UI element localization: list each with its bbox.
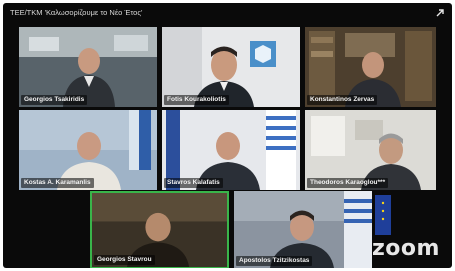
video-tile-4[interactable]: Kostas A. Karamanlis (19, 110, 157, 190)
participant-name: Kostas A. Karamanlis (21, 178, 94, 188)
participant-name: Georgios Tsakiridis (21, 95, 88, 105)
video-tile-6[interactable]: Theodoros Karaoglou*** (305, 110, 436, 190)
video-tile-2[interactable]: Fotis Kourakoliotis (162, 27, 300, 107)
video-tile-8[interactable]: Apostolos Tzitzikostas (234, 191, 372, 268)
eu-flag (375, 195, 391, 235)
participant-name: Apostolos Tzitzikostas (236, 256, 313, 266)
video-tile-1[interactable]: Georgios Tsakiridis (19, 27, 157, 107)
window-title: ΤΕΕ/ΤΚΜ 'Καλωσορίζουμε το Νέο Έτος' (10, 8, 143, 17)
zoom-window: ΤΕΕ/ΤΚΜ 'Καλωσορίζουμε το Νέο Έτος' Geor… (3, 3, 452, 268)
participant-name: Stavros Kalafatis (164, 178, 223, 188)
participant-name: Fotis Kourakoliotis (164, 95, 229, 105)
participant-name: Theodoros Karaoglou*** (307, 178, 389, 188)
participant-name: Georgios Stavrou (94, 255, 155, 265)
video-tile-3[interactable]: Konstantinos Zervas (305, 27, 436, 107)
zoom-watermark: zoom (372, 236, 440, 261)
video-tile-5[interactable]: Stavros Kalafatis (162, 110, 300, 190)
participant-name: Konstantinos Zervas (307, 95, 378, 105)
title-bar: ΤΕΕ/ΤΚΜ 'Καλωσορίζουμε το Νέο Έτος' (3, 3, 452, 23)
video-tile-7-active-speaker[interactable]: Georgios Stavrou (90, 191, 229, 268)
fullscreen-icon[interactable] (434, 6, 446, 18)
